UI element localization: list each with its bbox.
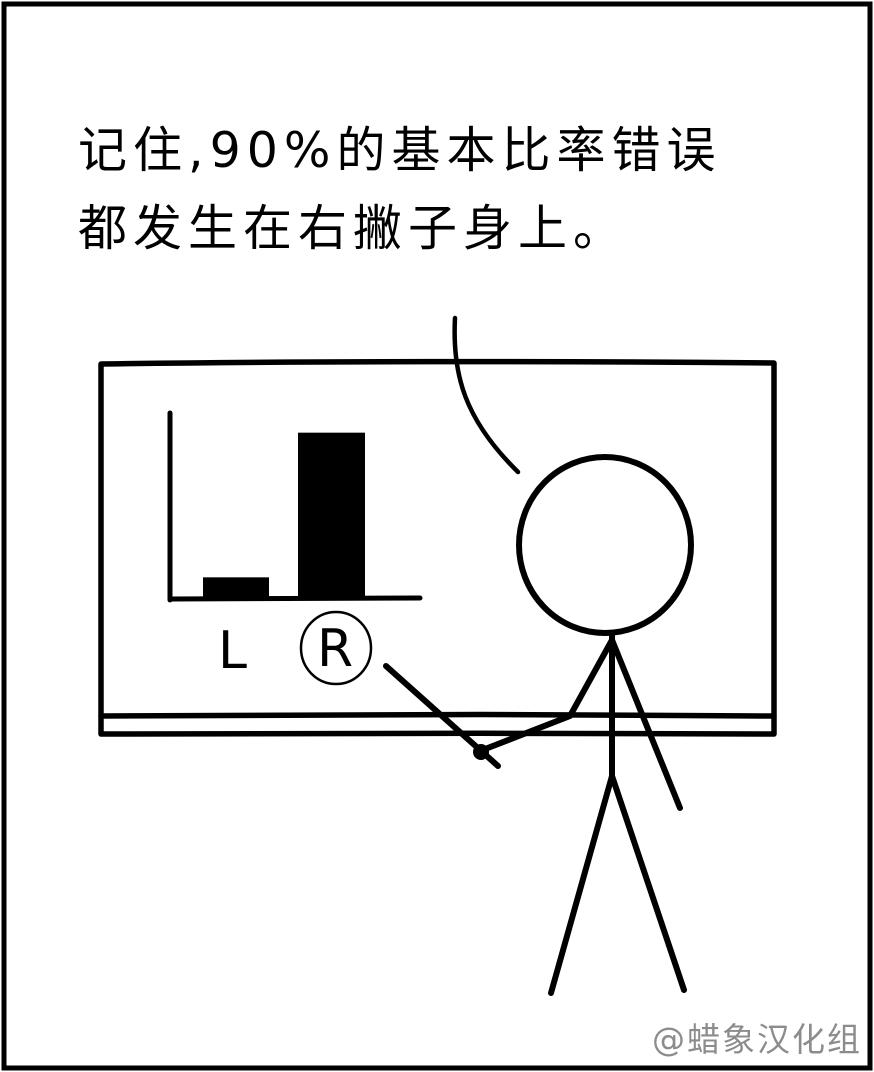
bar-r: [298, 432, 365, 598]
figure-right-leg: [609, 773, 687, 993]
caption: 记住,90%的基本比率错误 都发生在右撇子身上。: [78, 112, 818, 268]
caption-line-1: 记住,90%的基本比率错误: [78, 122, 722, 179]
figure-right-arm: [609, 637, 683, 811]
bar-l: [203, 577, 269, 598]
caption-line-2: 都发生在右撇子身上。: [78, 200, 629, 257]
whiteboard-tray: [98, 716, 777, 737]
chart-x-axis: [167, 595, 423, 602]
translator-credit: @蜡象汉化组: [652, 1020, 862, 1059]
comic-panel: L R 记住,90%的基本比率错误 都发生在右撇子身上。 @蜡象汉化组: [0, 0, 874, 1072]
figure-left-leg: [548, 773, 615, 996]
figure-hand: [473, 744, 489, 760]
figure-head: [516, 454, 694, 636]
chart-bars: [203, 432, 365, 598]
tick-label-r: R: [317, 619, 353, 679]
speech-line: [452, 315, 521, 475]
tick-label-l: L: [218, 621, 247, 681]
